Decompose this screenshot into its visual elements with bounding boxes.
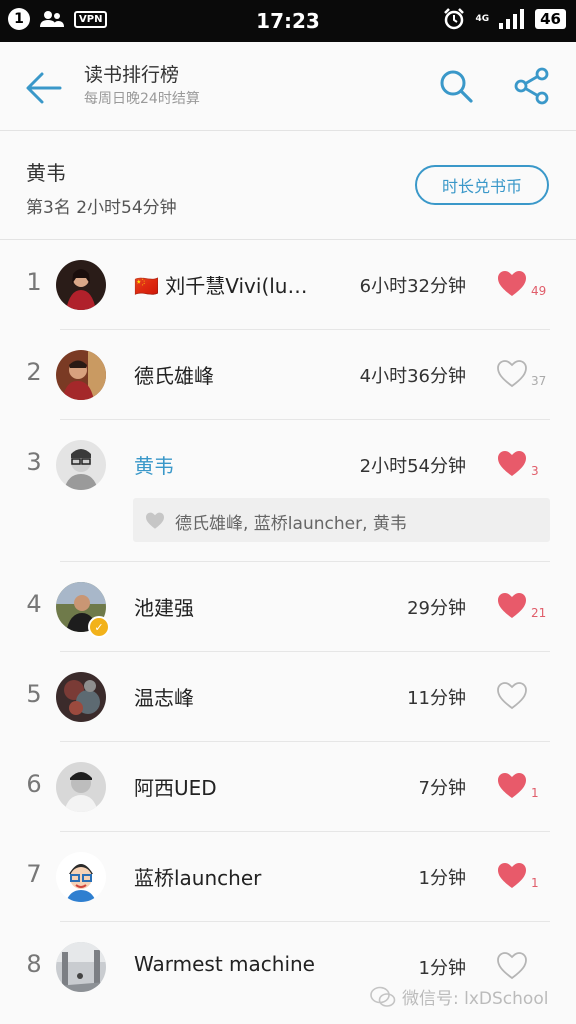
search-icon[interactable] xyxy=(436,66,476,106)
heart-filled-icon[interactable] xyxy=(497,270,527,298)
avatar[interactable] xyxy=(56,260,106,310)
verified-badge-icon: ✓ xyxy=(88,616,110,638)
rank-number: 6 xyxy=(26,770,42,798)
heart-filled-icon[interactable] xyxy=(497,450,527,478)
rank-number: 2 xyxy=(26,358,42,386)
reading-duration: 1分钟 xyxy=(418,868,466,889)
wechat-watermark: 微信号: lxDSchool xyxy=(370,984,548,1009)
rank-number: 7 xyxy=(26,860,42,888)
list-item[interactable]: 6 阿西UED 7分钟 1 xyxy=(0,742,576,832)
reading-duration: 11分钟 xyxy=(407,688,466,709)
rank-number: 1 xyxy=(26,268,42,296)
page-title: 读书排行榜 xyxy=(84,64,180,86)
my-rank-text: 第3名 2小时54分钟 xyxy=(26,198,177,218)
reading-duration: 29分钟 xyxy=(407,598,466,619)
list-item[interactable]: 2 德氏雄峰 4小时36分钟 37 xyxy=(0,330,576,420)
wechat-icon xyxy=(370,986,396,1007)
avatar[interactable] xyxy=(56,440,106,490)
avatar[interactable] xyxy=(56,852,106,902)
redeem-coins-button[interactable]: 时长兑书币 xyxy=(415,165,549,205)
share-icon[interactable] xyxy=(512,66,552,106)
battery-indicator: 46 xyxy=(535,9,566,29)
rank-number: 3 xyxy=(26,448,42,476)
my-name: 黄韦 xyxy=(26,161,66,185)
list-item[interactable]: 7 蓝桥launcher 1分钟 1 xyxy=(0,832,576,922)
user-name[interactable]: 池建强 xyxy=(134,592,194,621)
liked-by-panel: 德氏雄峰, 蓝桥launcher, 黄韦 xyxy=(133,498,550,542)
user-name[interactable]: 蓝桥launcher xyxy=(134,862,261,891)
reading-duration: 7分钟 xyxy=(418,778,466,799)
network-type: 4G xyxy=(475,14,490,24)
rank-number: 4 xyxy=(26,590,42,618)
heart-icon xyxy=(146,512,164,529)
my-rank-summary: 黄韦 第3名 2小时54分钟 时长兑书币 xyxy=(0,131,576,240)
like-count: 21 xyxy=(531,606,547,620)
reading-duration: 4小时36分钟 xyxy=(359,366,466,387)
like-count: 1 xyxy=(531,786,539,800)
like-count: 3 xyxy=(531,464,539,478)
list-item[interactable]: 4 ✓ 池建强 29分钟 21 xyxy=(0,562,576,652)
like-count: 1 xyxy=(531,876,539,890)
heart-filled-icon[interactable] xyxy=(497,592,527,620)
reading-duration: 1分钟 xyxy=(418,958,466,979)
reading-duration: 2小时54分钟 xyxy=(359,456,466,477)
user-name[interactable]: 黄韦 xyxy=(134,450,174,479)
heart-filled-icon[interactable] xyxy=(497,772,527,800)
rank-number: 5 xyxy=(26,680,42,708)
avatar[interactable] xyxy=(56,672,106,722)
app-header: 读书排行榜 每周日晚24时结算 xyxy=(0,42,576,131)
heart-outline-icon[interactable] xyxy=(497,682,527,710)
avatar[interactable] xyxy=(56,942,106,992)
watermark-text: 微信号: lxDSchool xyxy=(402,989,549,1009)
user-name[interactable]: 德氏雄峰 xyxy=(134,360,214,389)
heart-outline-icon[interactable] xyxy=(497,360,527,388)
alarm-icon xyxy=(444,8,465,30)
reading-duration: 6小时32分钟 xyxy=(359,276,466,297)
list-item[interactable]: 3 黄韦 2小时54分钟 3 xyxy=(0,420,576,510)
user-name[interactable]: 阿西UED xyxy=(134,772,217,801)
list-item[interactable]: 1 🇨🇳 刘千慧Vivi(lu… 6小时32分钟 49 xyxy=(0,240,576,330)
rank-number: 8 xyxy=(26,950,42,978)
user-name[interactable]: 温志峰 xyxy=(134,682,194,711)
like-count: 37 xyxy=(531,374,547,388)
liked-by-names: 德氏雄峰, 蓝桥launcher, 黄韦 xyxy=(175,514,407,534)
back-arrow-icon[interactable] xyxy=(20,64,68,112)
page-subtitle: 每周日晚24时结算 xyxy=(84,91,200,107)
user-name[interactable]: 🇨🇳 刘千慧Vivi(lu… xyxy=(134,270,308,299)
user-name[interactable]: Warmest machine xyxy=(134,952,315,976)
status-bar: 1 VPN 17:23 4G 46 xyxy=(0,0,576,42)
avatar[interactable] xyxy=(56,762,106,812)
like-count: 49 xyxy=(531,284,547,298)
avatar[interactable] xyxy=(56,350,106,400)
list-item[interactable]: 5 温志峰 11分钟 xyxy=(0,652,576,742)
heart-outline-icon[interactable] xyxy=(497,952,527,980)
signal-icon xyxy=(499,9,525,29)
heart-filled-icon[interactable] xyxy=(497,862,527,890)
